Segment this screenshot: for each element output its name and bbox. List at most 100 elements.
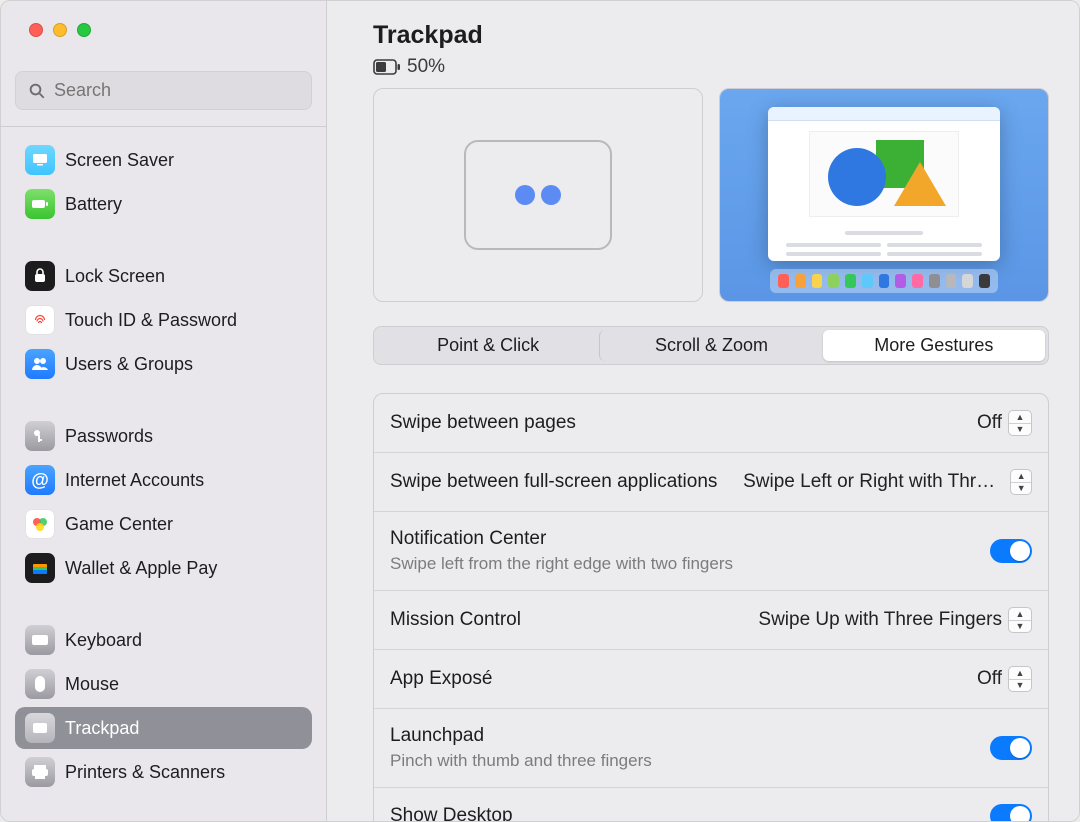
dropdown-stepper[interactable]: ▲ ▼ bbox=[1008, 607, 1032, 633]
dropdown-stepper[interactable]: ▲ ▼ bbox=[1008, 410, 1032, 436]
key-icon bbox=[25, 421, 55, 451]
sidebar-item-label: Users & Groups bbox=[65, 354, 193, 375]
setting-app-expose: App Exposé Off ▲ ▼ bbox=[374, 650, 1048, 709]
sidebar-item-keyboard[interactable]: Keyboard bbox=[15, 619, 312, 661]
chevron-up-icon: ▲ bbox=[1009, 667, 1031, 680]
sidebar-item-label: Wallet & Apple Pay bbox=[65, 558, 217, 579]
sidebar-item-label: Battery bbox=[65, 194, 122, 215]
setting-title: Swipe between full-screen applications bbox=[390, 471, 717, 493]
sidebar-item-label: Internet Accounts bbox=[65, 470, 204, 491]
window-controls bbox=[1, 1, 326, 57]
sidebar-item-touch-id[interactable]: Touch ID & Password bbox=[15, 299, 312, 341]
dock-preview-icon bbox=[770, 269, 998, 293]
chevron-up-icon: ▲ bbox=[1009, 608, 1031, 621]
lock-screen-icon bbox=[25, 261, 55, 291]
at-icon: @ bbox=[25, 465, 55, 495]
setting-value: Swipe Left or Right with Three Fi… bbox=[743, 471, 1004, 493]
users-icon bbox=[25, 349, 55, 379]
tab-more-gestures[interactable]: More Gestures bbox=[823, 330, 1045, 361]
sidebar-item-label: Game Center bbox=[65, 514, 173, 535]
trackpad-icon bbox=[25, 713, 55, 743]
sidebar: Screen Saver Battery Lock Screen bbox=[1, 1, 327, 821]
sidebar-item-label: Mouse bbox=[65, 674, 119, 695]
tab-point-click[interactable]: Point & Click bbox=[377, 330, 599, 361]
setting-title: Show Desktop bbox=[390, 805, 513, 821]
battery-status: 50% bbox=[373, 56, 1049, 78]
setting-value: Off bbox=[977, 668, 1002, 690]
sidebar-item-screen-saver[interactable]: Screen Saver bbox=[15, 139, 312, 181]
setting-title: App Exposé bbox=[390, 668, 492, 690]
setting-subtitle: Swipe left from the right edge with two … bbox=[390, 554, 733, 574]
sidebar-item-label: Screen Saver bbox=[65, 150, 174, 171]
sidebar-item-trackpad[interactable]: Trackpad bbox=[15, 707, 312, 749]
setting-subtitle: Pinch with thumb and three fingers bbox=[390, 751, 652, 771]
sidebar-item-label: Touch ID & Password bbox=[65, 310, 237, 331]
game-center-icon bbox=[25, 509, 55, 539]
sidebar-item-internet-accounts[interactable]: @ Internet Accounts bbox=[15, 459, 312, 501]
tab-bar: Point & Click Scroll & Zoom More Gesture… bbox=[373, 326, 1049, 365]
setting-title: Notification Center bbox=[390, 528, 733, 550]
sidebar-item-game-center[interactable]: Game Center bbox=[15, 503, 312, 545]
search-input[interactable] bbox=[54, 80, 299, 101]
setting-title: Mission Control bbox=[390, 609, 521, 631]
battery-level-icon bbox=[373, 59, 401, 75]
setting-value: Swipe Up with Three Fingers bbox=[758, 609, 1002, 631]
setting-swipe-between-pages: Swipe between pages Off ▲ ▼ bbox=[374, 394, 1048, 453]
search-field[interactable] bbox=[15, 71, 312, 110]
sidebar-item-label: Printers & Scanners bbox=[65, 762, 225, 783]
settings-window: Screen Saver Battery Lock Screen bbox=[0, 0, 1080, 822]
sidebar-item-label: Lock Screen bbox=[65, 266, 165, 287]
setting-show-desktop: Show Desktop bbox=[374, 788, 1048, 821]
content-area: Trackpad 50% bbox=[327, 1, 1079, 821]
setting-title: Launchpad bbox=[390, 725, 652, 747]
chevron-up-icon: ▲ bbox=[1009, 411, 1031, 424]
sidebar-item-battery[interactable]: Battery bbox=[15, 183, 312, 225]
setting-title: Swipe between pages bbox=[390, 412, 576, 434]
close-window-button[interactable] bbox=[29, 23, 43, 37]
trackpad-shape-icon bbox=[464, 140, 612, 250]
chevron-down-icon: ▼ bbox=[1009, 424, 1031, 436]
chevron-down-icon: ▼ bbox=[1009, 680, 1031, 692]
page-title: Trackpad bbox=[373, 21, 1049, 50]
sidebar-item-label: Trackpad bbox=[65, 718, 139, 739]
chevron-down-icon: ▼ bbox=[1011, 483, 1031, 495]
sidebar-nav[interactable]: Screen Saver Battery Lock Screen bbox=[1, 127, 326, 821]
tab-scroll-zoom[interactable]: Scroll & Zoom bbox=[599, 330, 822, 361]
setting-swipe-fullscreen-apps: Swipe between full-screen applications S… bbox=[374, 453, 1048, 512]
sidebar-item-wallet[interactable]: Wallet & Apple Pay bbox=[15, 547, 312, 589]
sidebar-item-printers-scanners[interactable]: Printers & Scanners bbox=[15, 751, 312, 793]
setting-launchpad: Launchpad Pinch with thumb and three fin… bbox=[374, 709, 1048, 788]
sidebar-item-label: Keyboard bbox=[65, 630, 142, 651]
sidebar-item-mouse[interactable]: Mouse bbox=[15, 663, 312, 705]
maximize-window-button[interactable] bbox=[77, 23, 91, 37]
toggle-launchpad[interactable] bbox=[990, 736, 1032, 760]
printer-icon bbox=[25, 757, 55, 787]
sidebar-item-lock-screen[interactable]: Lock Screen bbox=[15, 255, 312, 297]
battery-icon bbox=[25, 189, 55, 219]
search-container bbox=[1, 57, 326, 126]
battery-percentage: 50% bbox=[407, 56, 445, 78]
dropdown-stepper[interactable]: ▲ ▼ bbox=[1010, 469, 1032, 495]
chevron-down-icon: ▼ bbox=[1009, 621, 1031, 633]
setting-value: Off bbox=[977, 412, 1002, 434]
toggle-notification-center[interactable] bbox=[990, 539, 1032, 563]
gesture-preview bbox=[373, 88, 703, 302]
screen-saver-icon bbox=[25, 145, 55, 175]
search-icon bbox=[28, 82, 46, 100]
settings-list: Swipe between pages Off ▲ ▼ Swipe betwee… bbox=[373, 393, 1049, 821]
keyboard-icon bbox=[25, 625, 55, 655]
sidebar-item-label: Passwords bbox=[65, 426, 153, 447]
setting-notification-center: Notification Center Swipe left from the … bbox=[374, 512, 1048, 591]
dropdown-stepper[interactable]: ▲ ▼ bbox=[1008, 666, 1032, 692]
preview-row bbox=[373, 88, 1049, 302]
sidebar-item-users-groups[interactable]: Users & Groups bbox=[15, 343, 312, 385]
toggle-show-desktop[interactable] bbox=[990, 804, 1032, 821]
setting-mission-control: Mission Control Swipe Up with Three Fing… bbox=[374, 591, 1048, 650]
minimize-window-button[interactable] bbox=[53, 23, 67, 37]
wallet-icon bbox=[25, 553, 55, 583]
chevron-up-icon: ▲ bbox=[1011, 470, 1031, 483]
mouse-icon bbox=[25, 669, 55, 699]
finger-dots-icon bbox=[515, 185, 561, 205]
sidebar-item-passwords[interactable]: Passwords bbox=[15, 415, 312, 457]
desktop-preview bbox=[719, 88, 1049, 302]
